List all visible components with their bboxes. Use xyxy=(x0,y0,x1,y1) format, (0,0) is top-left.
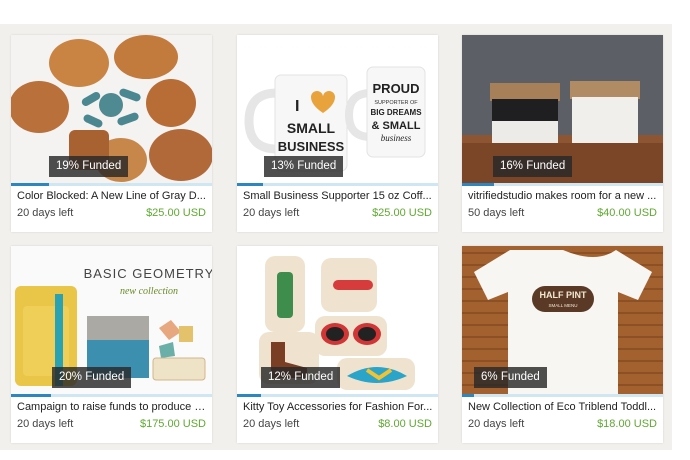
funded-badge: 6% Funded xyxy=(474,367,547,388)
campaign-card[interactable]: BASIC GEOMETRY new collection 20% Funded… xyxy=(11,246,212,443)
funding-progress-bar xyxy=(11,394,212,397)
funding-progress-fill xyxy=(237,183,264,186)
campaign-card[interactable]: HALF PINT SMALL MENU 6% Funded New Colle… xyxy=(462,246,663,443)
campaign-image-mugs[interactable]: I SMALL BUSINESS PROUD SUPPORTER OF BIG … xyxy=(237,35,438,183)
campaign-title[interactable]: Small Business Supporter 15 oz Coff... xyxy=(243,190,433,202)
funding-progress-fill xyxy=(11,183,50,186)
campaign-price: $175.00 USD xyxy=(139,418,206,430)
funding-progress-bar xyxy=(462,394,663,397)
funding-progress-bar xyxy=(237,394,438,397)
days-left: 50 days left xyxy=(468,207,525,219)
campaign-card[interactable]: I SMALL BUSINESS PROUD SUPPORTER OF BIG … xyxy=(237,35,438,232)
funded-badge: 20% Funded xyxy=(52,367,132,388)
campaign-title[interactable]: Campaign to raise funds to produce a... xyxy=(17,401,207,413)
days-left: 20 days left xyxy=(243,207,300,219)
tee-text-half-pint: HALF PINT xyxy=(540,290,587,300)
funding-progress-fill xyxy=(462,394,475,397)
campaign-image-bags[interactable]: BASIC GEOMETRY new collection 20% Funded xyxy=(11,246,212,394)
funded-badge: 19% Funded xyxy=(49,156,129,177)
funding-progress-fill xyxy=(11,394,52,397)
campaign-title[interactable]: New Collection of Eco Triblend Toddl... xyxy=(468,401,658,413)
funding-progress-bar xyxy=(462,183,663,186)
tee-text-small-menu: SMALL MENU xyxy=(548,303,577,308)
funding-progress-fill xyxy=(237,394,262,397)
mug-text-i: I xyxy=(295,98,299,115)
funding-progress-bar xyxy=(11,183,212,186)
funded-badge: 12% Funded xyxy=(261,367,341,388)
days-left: 20 days left xyxy=(468,418,525,430)
campaign-price: $18.00 USD xyxy=(597,418,657,430)
campaign-card[interactable]: 12% Funded Kitty Toy Accessories for Fas… xyxy=(237,246,438,443)
mug-text-proud: PROUD xyxy=(373,81,420,96)
days-left: 20 days left xyxy=(243,418,300,430)
campaign-image-toddler-tee[interactable]: HALF PINT SMALL MENU 6% Funded xyxy=(462,246,663,394)
campaign-image-cork-jars[interactable]: 16% Funded xyxy=(462,35,663,183)
funded-badge: 13% Funded xyxy=(264,156,344,177)
image-text-basic-geometry: BASIC GEOMETRY xyxy=(84,266,212,281)
campaign-price: $40.00 USD xyxy=(597,207,657,219)
days-left: 20 days left xyxy=(17,418,74,430)
campaign-title[interactable]: vitrifiedstudio makes room for a new ... xyxy=(468,190,658,202)
campaign-price: $25.00 USD xyxy=(372,207,432,219)
campaign-title[interactable]: Color Blocked: A New Line of Gray D... xyxy=(17,190,207,202)
campaign-image-cutting-boards[interactable]: 19% Funded xyxy=(11,35,212,183)
mug-text-small: SMALL xyxy=(287,120,336,136)
mug-text-big-dreams: BIG DREAMS xyxy=(370,108,422,117)
funded-badge: 16% Funded xyxy=(493,156,573,177)
mug-text-business-script: business xyxy=(381,133,412,143)
mug-text-business: BUSINESS xyxy=(278,139,345,154)
campaign-image-kitty-toys[interactable]: 12% Funded xyxy=(237,246,438,394)
campaign-price: $25.00 USD xyxy=(146,207,206,219)
campaign-title[interactable]: Kitty Toy Accessories for Fashion For... xyxy=(243,401,433,413)
funding-progress-bar xyxy=(237,183,438,186)
image-text-new-collection: new collection xyxy=(120,286,178,297)
days-left: 20 days left xyxy=(17,207,74,219)
mug-text-and-small: & SMALL xyxy=(372,120,421,132)
mug-text-supporter: SUPPORTER OF xyxy=(374,100,418,106)
campaign-price: $8.00 USD xyxy=(378,418,432,430)
campaign-card[interactable]: 16% Funded vitrifiedstudio makes room fo… xyxy=(462,35,663,232)
campaign-card[interactable]: 19% Funded Color Blocked: A New Line of … xyxy=(11,35,212,232)
funding-progress-fill xyxy=(462,183,495,186)
